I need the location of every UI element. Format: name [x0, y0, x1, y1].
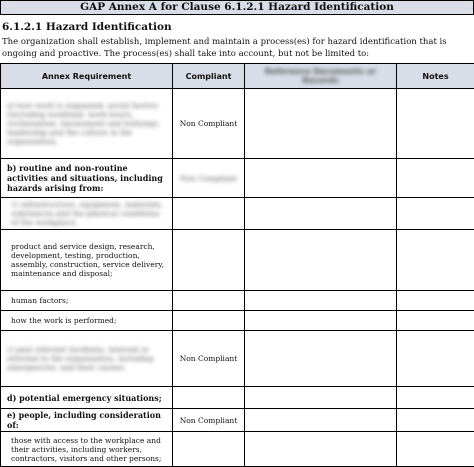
compliant-cell[interactable]	[173, 432, 245, 467]
compliant-cell[interactable]: Non Compliant	[173, 331, 245, 387]
reference-cell[interactable]	[245, 331, 397, 387]
annex-requirement-cell: d) potential emergency situations;	[1, 387, 173, 409]
annex-requirement-cell: those with access to the workplace and t…	[1, 432, 173, 467]
reference-cell[interactable]	[245, 387, 397, 409]
notes-cell[interactable]	[397, 409, 474, 432]
table-row: 1) infrastructure, equipment, materials,…	[1, 198, 474, 230]
reference-cell[interactable]	[245, 198, 397, 230]
column-header-requirement: Annex Requirement	[1, 64, 173, 89]
compliant-cell[interactable]	[173, 291, 245, 311]
column-header-compliant: Compliant	[173, 64, 245, 89]
notes-cell[interactable]	[397, 230, 474, 291]
notes-cell[interactable]	[397, 89, 474, 159]
table-row: product and service design, research, de…	[1, 230, 474, 291]
compliant-cell[interactable]: Non Compliant	[173, 159, 245, 198]
table-row: a) how work is organized, social factors…	[1, 89, 474, 159]
notes-cell[interactable]	[397, 387, 474, 409]
compliant-cell[interactable]	[173, 311, 245, 331]
annex-requirement-cell: 1) infrastructure, equipment, materials,…	[1, 198, 173, 230]
gap-analysis-table: Annex Requirement Compliant Reference Do…	[0, 63, 474, 467]
section-heading: 6.1.2.1 Hazard Identification	[2, 21, 172, 33]
annex-requirement-cell: how the work is performed;	[1, 311, 173, 331]
table-row: human factors;	[1, 291, 474, 311]
notes-cell[interactable]	[397, 432, 474, 467]
compliant-cell[interactable]	[173, 387, 245, 409]
document-page: GAP Annex A for Clause 6.1.2.1 Hazard Id…	[0, 0, 474, 457]
document-title: GAP Annex A for Clause 6.1.2.1 Hazard Id…	[0, 0, 474, 15]
reference-cell[interactable]	[245, 311, 397, 331]
table-header-row: Annex Requirement Compliant Reference Do…	[1, 64, 474, 89]
annex-requirement-cell: c) past relevant incidents, internal or …	[1, 331, 173, 387]
annex-requirement-cell: e) people, including consideration of:	[1, 409, 173, 432]
column-header-notes: Notes	[397, 64, 474, 89]
notes-cell[interactable]	[397, 311, 474, 331]
notes-cell[interactable]	[397, 159, 474, 198]
reference-cell[interactable]	[245, 291, 397, 311]
compliant-cell[interactable]: Non Compliant	[173, 89, 245, 159]
reference-cell[interactable]	[245, 230, 397, 291]
notes-cell[interactable]	[397, 331, 474, 387]
intro-paragraph: The organization shall establish, implem…	[2, 37, 472, 60]
annex-requirement-cell: b) routine and non-routine activities an…	[1, 159, 173, 198]
notes-cell[interactable]	[397, 291, 474, 311]
annex-requirement-cell: human factors;	[1, 291, 173, 311]
table-row: e) people, including consideration of:No…	[1, 409, 474, 432]
table-row: d) potential emergency situations;	[1, 387, 474, 409]
notes-cell[interactable]	[397, 198, 474, 230]
reference-cell[interactable]	[245, 432, 397, 467]
compliant-cell[interactable]: Non Compliant	[173, 409, 245, 432]
table-row: how the work is performed;	[1, 311, 474, 331]
reference-cell[interactable]	[245, 409, 397, 432]
reference-cell[interactable]	[245, 159, 397, 198]
annex-requirement-cell: product and service design, research, de…	[1, 230, 173, 291]
table-row: b) routine and non-routine activities an…	[1, 159, 474, 198]
column-header-reference: Reference Documents or Records	[245, 64, 397, 89]
reference-cell[interactable]	[245, 89, 397, 159]
table-row: those with access to the workplace and t…	[1, 432, 474, 467]
table-row: c) past relevant incidents, internal or …	[1, 331, 474, 387]
annex-requirement-cell: a) how work is organized, social factors…	[1, 89, 173, 159]
compliant-cell[interactable]	[173, 198, 245, 230]
compliant-cell[interactable]	[173, 230, 245, 291]
